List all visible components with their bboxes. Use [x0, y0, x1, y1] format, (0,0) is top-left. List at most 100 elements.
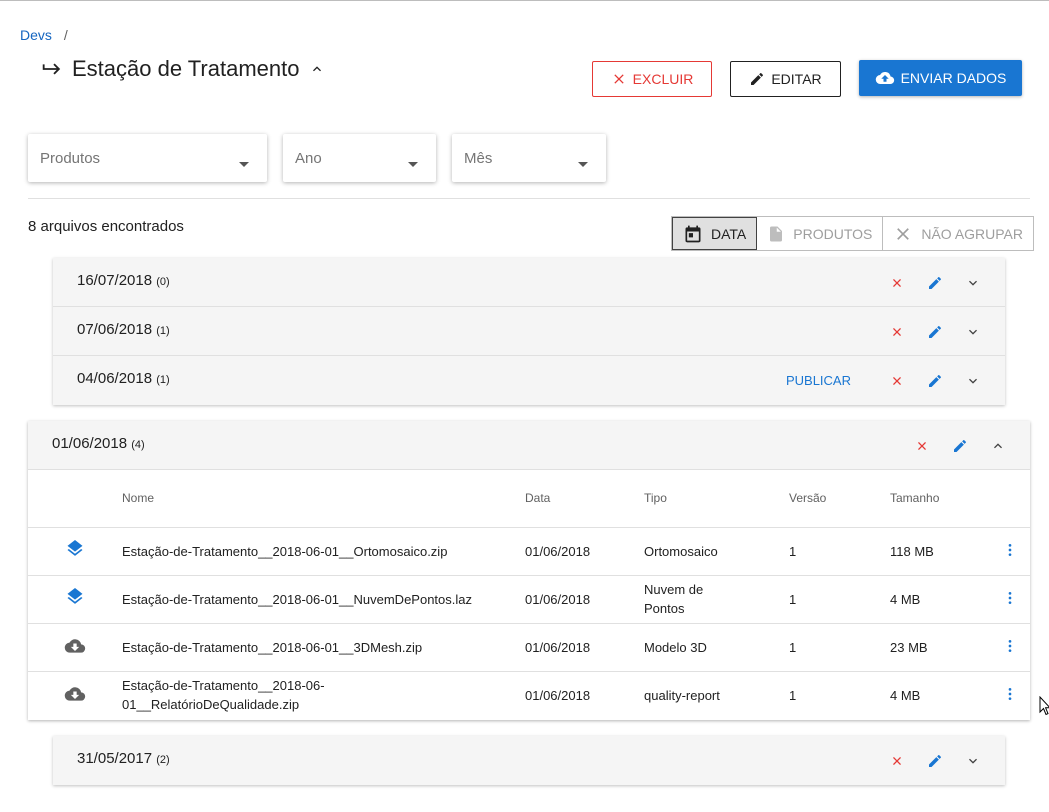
file-name: Estação-de-Tratamento__2018-06-01__Ortom… — [122, 527, 525, 576]
header-tamanho[interactable]: Tamanho — [890, 470, 990, 528]
results-count: 8 arquivos encontrados — [28, 218, 184, 235]
file-date: 01/06/2018 — [525, 623, 644, 672]
files-table: Nome Data Tipo Versão Tamanho Estação-de… — [28, 470, 1030, 719]
group-date: 16/07/2018 (0) — [77, 272, 170, 289]
chevron-up-icon[interactable] — [990, 438, 1006, 454]
header-nome[interactable]: Nome — [122, 470, 525, 528]
delete-icon[interactable] — [889, 753, 905, 769]
products-filter-select[interactable]: Produtos — [28, 134, 267, 182]
chevron-down-icon[interactable] — [965, 753, 981, 769]
dropdown-arrow-icon — [578, 162, 588, 167]
title-bar: Estação de Tratamento — [40, 56, 325, 82]
file-type: quality-report — [644, 687, 720, 703]
edit-button-label: EDITAR — [771, 71, 822, 87]
header-versao[interactable]: Versão — [789, 470, 890, 528]
row-menu-cell — [990, 671, 1030, 719]
close-icon — [897, 227, 910, 240]
more-vert-icon[interactable] — [1002, 686, 1018, 702]
more-vert-icon[interactable] — [1002, 542, 1018, 558]
edit-button[interactable]: EDITAR — [730, 61, 841, 97]
row-icon-cell — [28, 623, 122, 672]
cloud-download-icon[interactable] — [64, 636, 86, 656]
layers-icon[interactable] — [65, 587, 85, 608]
upload-data-button[interactable]: ENVIAR DADOS — [859, 60, 1022, 96]
upload-data-button-label: ENVIAR DADOS — [900, 70, 1007, 86]
header-tipo[interactable]: Tipo — [644, 470, 789, 528]
group-count: (0) — [156, 276, 170, 288]
file-type: Nuvem de Pontos — [644, 575, 789, 624]
table-row[interactable]: Estação-de-Tratamento__2018-06-01__3DMes… — [28, 623, 1030, 672]
year-filter-select[interactable]: Ano — [283, 134, 436, 182]
delete-icon[interactable] — [889, 275, 905, 291]
publish-button[interactable]: PUBLICAR — [786, 373, 851, 388]
date-group-header[interactable]: 01/06/2018 (4) — [28, 421, 1030, 470]
chevron-down-icon[interactable] — [965, 373, 981, 389]
group-date-text: 01/06/2018 — [52, 435, 128, 452]
group-actions — [889, 258, 981, 307]
cloud-download-icon[interactable] — [64, 684, 86, 704]
date-groups-panel: 16/07/2018 (0) 07/06/2018 (1) 04/06/2018… — [53, 258, 1005, 405]
delete-icon[interactable] — [914, 438, 930, 454]
date-group-header[interactable]: 07/06/2018 (1) — [53, 307, 1005, 356]
month-filter-label: Mês — [464, 150, 493, 167]
file-type: Ortomosaico — [644, 527, 789, 576]
layers-icon[interactable] — [65, 539, 85, 560]
no-grouping-button[interactable]: NÃO AGRUPAR — [883, 217, 1033, 250]
chevron-down-icon[interactable] — [965, 324, 981, 340]
pencil-icon[interactable] — [927, 753, 943, 769]
page-title: Estação de Tratamento — [72, 56, 300, 81]
file-type: Modelo 3D — [644, 623, 789, 672]
table-row[interactable]: Estação-de-Tratamento__2018-06-01__Relat… — [28, 671, 1030, 719]
group-count: (1) — [156, 325, 170, 337]
row-icon-cell — [28, 527, 122, 576]
dropdown-arrow-icon — [408, 162, 418, 167]
file-version: 1 — [789, 687, 797, 703]
more-vert-icon[interactable] — [1002, 638, 1018, 654]
file-date: 01/06/2018 — [525, 687, 591, 703]
mouse-cursor-icon — [1039, 696, 1049, 716]
group-by-date-button[interactable]: DATA — [672, 217, 758, 250]
group-by-products-button[interactable]: PRODUTOS — [757, 217, 884, 250]
table-row[interactable]: Estação-de-Tratamento__2018-06-01__Nuvem… — [28, 575, 1030, 624]
group-date: 31/05/2017 (2) — [77, 750, 170, 767]
year-filter-label: Ano — [295, 150, 322, 167]
return-arrow-icon[interactable] — [40, 58, 62, 80]
more-vert-icon[interactable] — [1002, 590, 1018, 606]
date-group-header[interactable]: 16/07/2018 (0) — [53, 258, 1005, 307]
pencil-icon[interactable] — [927, 324, 943, 340]
group-count: (1) — [156, 374, 170, 386]
calendar-icon — [685, 225, 701, 242]
delete-button[interactable]: EXCLUIR — [592, 61, 712, 97]
delete-icon[interactable] — [889, 324, 905, 340]
pencil-icon[interactable] — [927, 275, 943, 291]
header-data[interactable]: Data — [525, 470, 644, 528]
chevron-down-icon[interactable] — [965, 275, 981, 291]
date-group-header[interactable]: 31/05/2017 (2) — [53, 736, 1005, 785]
pencil-icon[interactable] — [952, 438, 968, 454]
top-border — [0, 0, 1049, 1]
header-menu-col — [990, 470, 1030, 528]
row-icon-cell — [28, 575, 122, 624]
file-version: 1 — [789, 575, 890, 624]
pencil-icon[interactable] — [927, 373, 943, 389]
delete-icon[interactable] — [889, 373, 905, 389]
row-icon-cell — [28, 671, 122, 719]
row-menu-cell — [990, 527, 1030, 576]
breadcrumb-link-devs[interactable]: Devs — [20, 27, 52, 43]
file-size: 23 MB — [890, 623, 990, 672]
breadcrumb-separator: / — [63, 27, 68, 43]
group-by-products-label: PRODUTOS — [793, 225, 873, 242]
table-header-row: Nome Data Tipo Versão Tamanho — [28, 470, 1030, 528]
chevron-up-icon[interactable] — [309, 61, 325, 77]
group-date-text: 31/05/2017 — [77, 750, 153, 767]
group-count: (2) — [156, 754, 170, 766]
month-filter-select[interactable]: Mês — [452, 134, 606, 182]
table-row[interactable]: Estação-de-Tratamento__2018-06-01__Ortom… — [28, 527, 1030, 576]
file-name: Estação-de-Tratamento__2018-06-01__Relat… — [122, 678, 325, 713]
expanded-date-group: 01/06/2018 (4) Nome Data Tipo Versão Tam… — [28, 421, 1030, 720]
products-filter-label: Produtos — [40, 150, 101, 167]
date-group-header[interactable]: 04/06/2018 (1) PUBLICAR — [53, 356, 1005, 405]
file-date: 01/06/2018 — [525, 527, 644, 576]
date-groups-panel: 31/05/2017 (2) — [53, 736, 1005, 785]
group-date-text: 04/06/2018 — [77, 370, 153, 387]
